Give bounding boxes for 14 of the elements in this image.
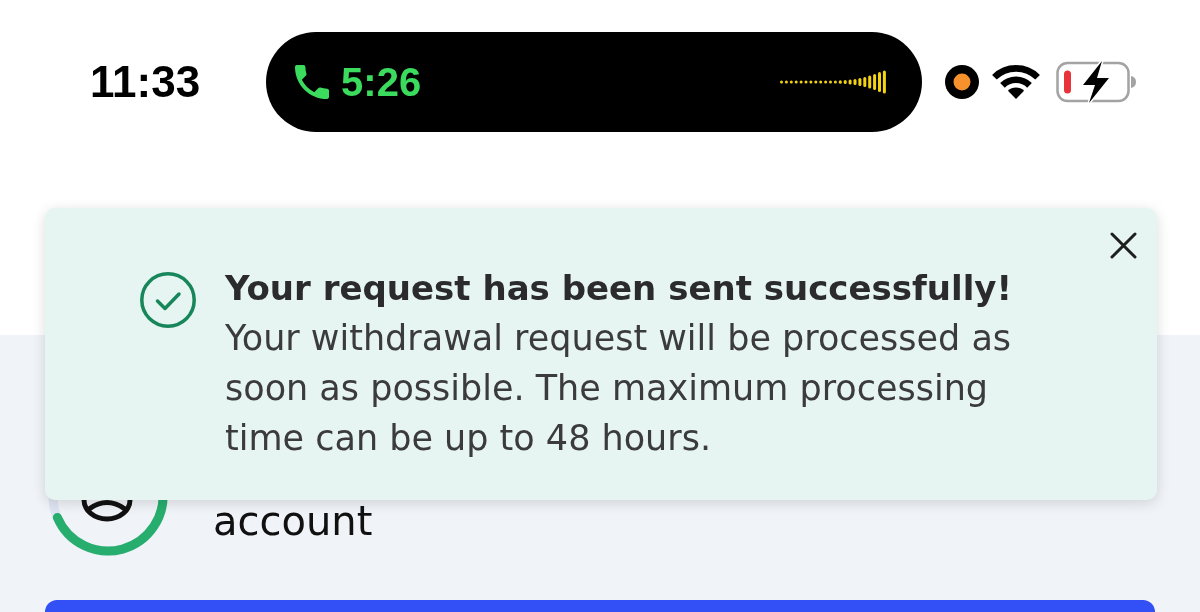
audio-waveform-icon — [780, 70, 887, 94]
toast-title: Your request has been sent successfully! — [225, 267, 1013, 310]
close-button[interactable] — [1110, 232, 1137, 259]
status-time: 11:33 — [90, 60, 201, 104]
status-dot-icon — [945, 65, 980, 99]
account-label: account — [213, 497, 373, 545]
phone-icon — [295, 65, 330, 99]
close-icon — [1110, 232, 1137, 259]
battery-icon — [1056, 59, 1137, 105]
toast-message: Your withdrawal request will be processed as soon as possible. The maximum processing time can be up to 48 hours. — [225, 317, 1013, 460]
check-circle-icon — [140, 272, 196, 328]
wifi-icon — [992, 65, 1041, 99]
progress-ring-icon — [48, 498, 168, 556]
call-timer: 5:26 — [341, 62, 422, 102]
